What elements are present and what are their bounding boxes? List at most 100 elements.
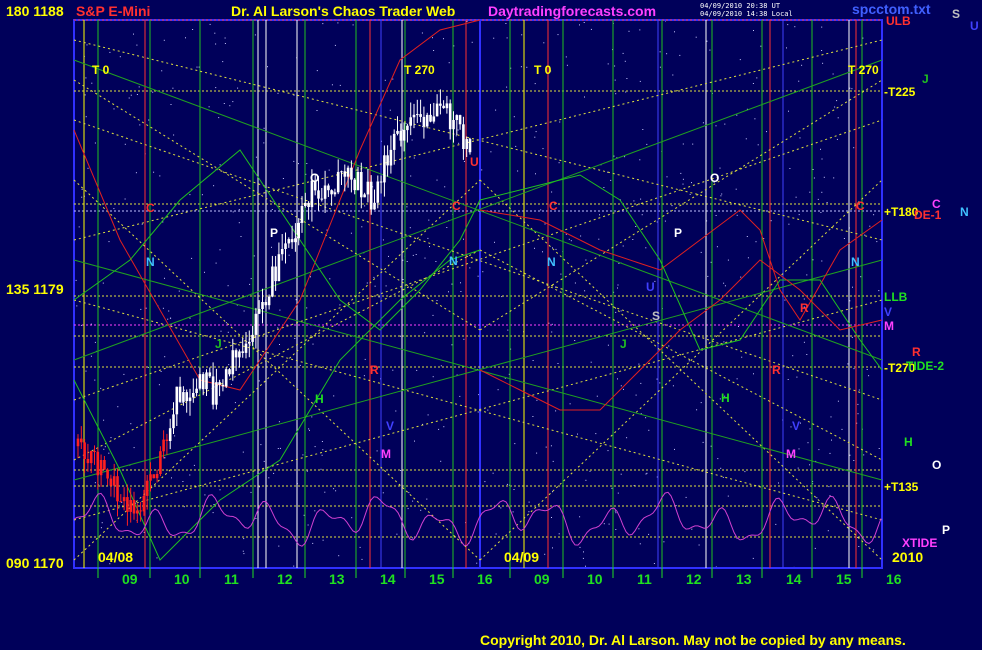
star-dot xyxy=(585,565,586,567)
right-label-xtide: XTIDE xyxy=(902,536,937,550)
chaos-trader-chart: CNPOJHRVMCNUCNOPJHUSRVMCNR 180 1188 S&P … xyxy=(0,0,982,650)
star-dot xyxy=(218,117,220,119)
star-dot xyxy=(124,143,126,145)
candle-body xyxy=(261,302,264,309)
star-dot xyxy=(513,489,515,490)
candle-body xyxy=(89,451,93,464)
x-tick-label: 15 xyxy=(836,571,852,587)
candle-body xyxy=(274,266,277,282)
star-dot xyxy=(229,105,231,107)
star-dot xyxy=(484,481,486,483)
star-dot xyxy=(279,344,280,345)
star-dot xyxy=(820,212,822,213)
star-dot xyxy=(103,448,105,450)
star-dot xyxy=(412,254,414,256)
star-dot xyxy=(298,163,299,165)
star-dot xyxy=(506,37,508,39)
star-dot xyxy=(181,402,183,403)
candle-body xyxy=(122,497,126,502)
x-tick-label: 11 xyxy=(637,571,652,587)
site-link[interactable]: Daytradingforecasts.com xyxy=(488,3,656,19)
star-dot xyxy=(238,209,240,211)
star-dot xyxy=(640,382,642,384)
star-dot xyxy=(432,37,433,39)
star-dot xyxy=(156,557,158,559)
star-dot xyxy=(555,248,557,250)
star-dot xyxy=(219,249,221,251)
star-dot xyxy=(552,247,553,249)
star-dot xyxy=(806,274,808,276)
star-dot xyxy=(615,93,617,95)
star-dot xyxy=(618,262,620,264)
candle-body xyxy=(363,194,366,198)
star-dot xyxy=(535,131,537,133)
candle-body xyxy=(185,392,188,402)
star-dot xyxy=(858,389,860,391)
star-dot xyxy=(497,389,499,391)
star-dot xyxy=(400,335,401,337)
star-dot xyxy=(595,433,597,435)
star-dot xyxy=(638,528,640,530)
star-dot xyxy=(826,202,828,203)
candle-body xyxy=(103,460,106,470)
star-dot xyxy=(271,246,272,248)
star-dot xyxy=(831,439,832,441)
star-dot xyxy=(659,66,661,68)
point-label-n: N xyxy=(449,254,458,268)
point-label-h: H xyxy=(315,392,324,406)
star-dot xyxy=(331,84,333,86)
star-dot xyxy=(168,310,170,312)
star-dot xyxy=(800,422,801,424)
star-dot xyxy=(560,273,562,275)
star-dot xyxy=(209,23,211,25)
star-dot xyxy=(263,142,265,144)
star-dot xyxy=(682,178,684,180)
x-tick-label: 10 xyxy=(174,571,190,587)
candle-body xyxy=(383,155,386,183)
star-dot xyxy=(198,66,200,68)
candle-body xyxy=(432,116,436,122)
right-label-m: M xyxy=(884,319,894,333)
star-dot xyxy=(413,157,415,159)
star-dot xyxy=(614,510,616,512)
star-dot xyxy=(528,501,530,503)
star-dot xyxy=(857,403,859,405)
star-dot xyxy=(534,83,536,85)
star-dot xyxy=(429,246,430,248)
star-dot xyxy=(659,51,661,53)
star-dot xyxy=(361,558,363,560)
star-dot xyxy=(668,345,670,347)
star-dot xyxy=(720,195,722,197)
star-dot xyxy=(240,236,242,237)
star-dot xyxy=(76,305,78,307)
star-dot xyxy=(852,286,853,288)
star-dot xyxy=(384,79,386,81)
star-dot xyxy=(279,447,281,449)
star-dot xyxy=(645,473,647,475)
star-dot xyxy=(721,193,723,195)
star-dot xyxy=(851,336,853,338)
star-dot xyxy=(234,402,236,404)
star-dot xyxy=(803,341,805,343)
star-dot xyxy=(788,110,789,112)
t270-marker-1: T 270 xyxy=(404,63,435,77)
star-dot xyxy=(243,538,245,540)
star-dot xyxy=(128,97,130,99)
star-dot xyxy=(745,138,747,140)
star-dot xyxy=(820,148,821,150)
star-dot xyxy=(136,44,138,46)
star-dot xyxy=(214,32,216,34)
x-tick-label: 13 xyxy=(329,571,345,587)
star-dot xyxy=(101,522,103,524)
star-dot xyxy=(702,441,704,443)
point-label-c: C xyxy=(549,199,558,213)
candle-body xyxy=(327,185,330,191)
star-dot xyxy=(550,445,552,447)
star-dot xyxy=(410,175,412,177)
star-dot xyxy=(646,143,648,145)
star-dot xyxy=(299,221,301,223)
point-label-j: J xyxy=(620,337,627,351)
candle-body xyxy=(271,266,274,297)
t0-marker-1: T 0 xyxy=(92,63,110,77)
star-dot xyxy=(536,452,538,454)
